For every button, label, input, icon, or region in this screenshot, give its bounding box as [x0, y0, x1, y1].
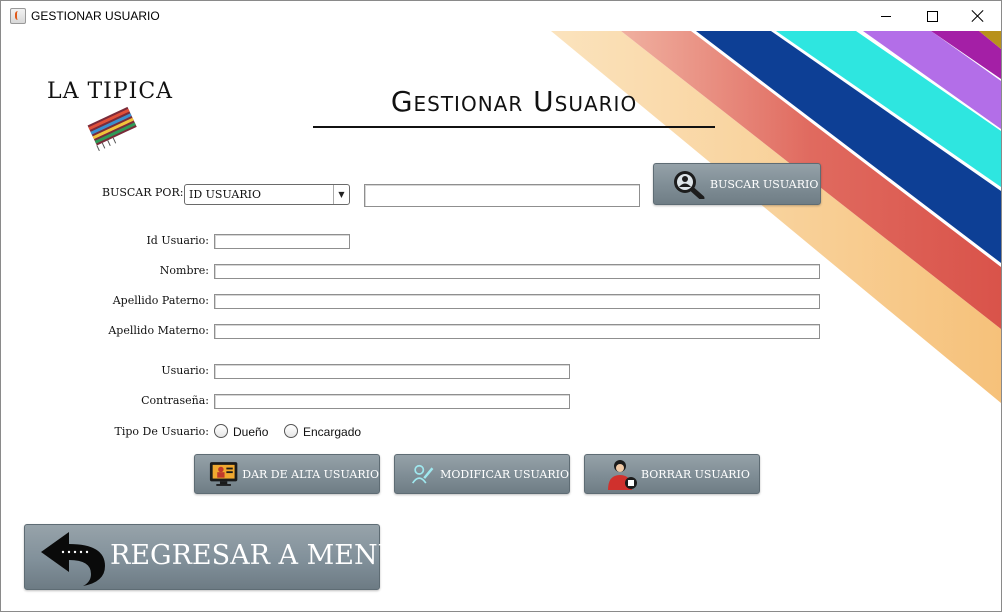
- java-app-icon: [10, 8, 26, 24]
- maximize-button[interactable]: [909, 1, 955, 31]
- contrasena-label: Contraseña:: [141, 394, 209, 407]
- usuario-field[interactable]: [214, 364, 570, 379]
- search-input[interactable]: [364, 184, 640, 207]
- apellido-paterno-label: Apellido Paterno:: [112, 294, 209, 307]
- title-bar: GESTIONAR USUARIO: [1, 1, 1001, 31]
- nombre-label: Nombre:: [159, 264, 209, 277]
- add-user-button-label: DAR DE ALTA USUARIO: [242, 467, 379, 481]
- radio-dueno[interactable]: [214, 424, 228, 438]
- id-usuario-field[interactable]: [214, 234, 350, 249]
- modify-user-button[interactable]: MODIFICAR USUARIO: [394, 454, 570, 494]
- radio-dueno-label[interactable]: Dueño: [233, 425, 268, 439]
- contrasena-field[interactable]: [214, 394, 570, 409]
- app-window: GESTIONAR USUARIO LA TIPICA Gestionar Us…: [0, 0, 1002, 612]
- monitor-user-icon: [209, 462, 238, 486]
- delete-user-icon: [608, 460, 637, 490]
- usuario-label: Usuario:: [161, 364, 209, 377]
- radio-encargado[interactable]: [284, 424, 298, 438]
- back-to-menu-button[interactable]: REGRESAR A MENÚ: [24, 524, 400, 590]
- back-arrow-icon: [41, 532, 105, 586]
- woven-blanket-logo: [87, 106, 137, 151]
- dropdown-arrow-icon[interactable]: ▼: [333, 185, 349, 204]
- back-to-menu-label: REGRESAR A MENÚ: [110, 540, 401, 571]
- maximize-icon: [926, 10, 938, 22]
- page-title: Gestionar Usuario: [313, 85, 715, 118]
- search-user-button-label: BUSCAR USUARIO: [710, 177, 819, 191]
- delete-user-button-label: BORRAR USUARIO: [641, 467, 750, 481]
- close-icon: [972, 10, 984, 22]
- search-user-button[interactable]: BUSCAR USUARIO: [653, 163, 821, 205]
- minimize-icon: [881, 15, 891, 17]
- add-user-button[interactable]: DAR DE ALTA USUARIO: [194, 454, 380, 494]
- minimize-button[interactable]: [863, 1, 909, 31]
- search-by-value: ID USUARIO: [189, 188, 261, 201]
- logo-text: LA TIPICA: [47, 79, 174, 104]
- apellido-materno-field[interactable]: [214, 324, 820, 339]
- edit-user-icon: [411, 464, 434, 484]
- nombre-field[interactable]: [214, 264, 820, 279]
- id-usuario-label: Id Usuario:: [146, 234, 209, 247]
- page-title-text: Gestionar Usuario: [390, 85, 638, 118]
- search-by-label: BUSCAR POR:: [102, 186, 184, 199]
- modify-user-button-label: MODIFICAR USUARIO: [440, 467, 569, 481]
- window-title: GESTIONAR USUARIO: [31, 9, 160, 23]
- close-button[interactable]: [955, 1, 1001, 31]
- search-by-select[interactable]: ID USUARIO ▼: [184, 184, 350, 205]
- title-underline: [313, 126, 715, 128]
- user-search-icon: [674, 171, 705, 199]
- tipo-usuario-label: Tipo De Usuario:: [114, 425, 209, 438]
- apellido-paterno-field[interactable]: [214, 294, 820, 309]
- delete-user-button[interactable]: BORRAR USUARIO: [584, 454, 760, 494]
- radio-encargado-label[interactable]: Encargado: [303, 425, 361, 439]
- apellido-materno-label: Apellido Materno:: [108, 324, 209, 337]
